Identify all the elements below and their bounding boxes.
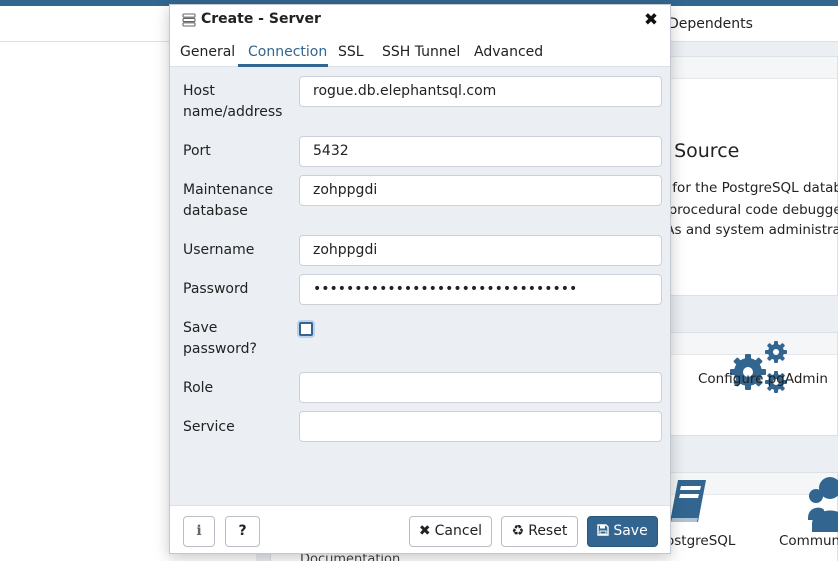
reset-label: Reset [528, 523, 568, 539]
book-icon[interactable] [668, 478, 708, 526]
configure-pgadmin-link[interactable]: Configure pgAdmin [698, 371, 828, 387]
port-input[interactable]: 5432 [299, 136, 662, 167]
welcome-text-line: BAs and system administra [656, 222, 838, 238]
cancel-label: Cancel [434, 523, 483, 539]
help-button[interactable]: ? [225, 516, 260, 547]
tab-general[interactable]: General [180, 44, 235, 60]
service-input[interactable] [299, 411, 662, 442]
gears-icon[interactable] [726, 340, 792, 396]
tab-connection[interactable]: Connection [248, 44, 327, 60]
role-label: Role [183, 380, 214, 396]
dialog-footer: i ? ✖ Cancel ♻ Reset Save [170, 505, 670, 553]
password-label: Password [183, 281, 249, 297]
save-password-checkbox[interactable] [299, 322, 313, 336]
dialog-header[interactable]: Create - Server ✖ [170, 5, 670, 35]
community-link[interactable]: Communi [779, 533, 838, 549]
info-icon: i [196, 523, 202, 539]
close-icon[interactable]: ✖ [642, 9, 660, 31]
times-icon: ✖ [418, 523, 431, 539]
host-input[interactable]: rogue.db.elephantsql.com [299, 76, 662, 107]
create-server-dialog: Create - Server ✖ General Connection SSL… [169, 4, 671, 554]
tab-ssh-tunnel[interactable]: SSH Tunnel [382, 44, 460, 60]
tab-ssl[interactable]: SSL [338, 44, 364, 60]
welcome-text-line: a procedural code debugge [656, 202, 838, 218]
maintenance-db-label-line1: Maintenance [183, 182, 274, 198]
reset-button[interactable]: ♻ Reset [501, 516, 578, 547]
tab-dependents[interactable]: Dependents [668, 16, 753, 32]
tab-advanced[interactable]: Advanced [474, 44, 543, 60]
username-label: Username [183, 242, 255, 258]
postgresql-docs-link[interactable]: ostgreSQL [666, 533, 735, 549]
maintenance-db-label-line2: database [183, 203, 248, 219]
save-button[interactable]: Save [587, 516, 658, 547]
recycle-icon: ♻ [511, 523, 525, 539]
dialog-title: Create - Server [201, 11, 321, 27]
cancel-button[interactable]: ✖ Cancel [409, 516, 492, 547]
save-password-label-line2: password? [183, 341, 257, 357]
connection-form: Host name/address rogue.db.elephantsql.c… [170, 67, 670, 505]
username-input[interactable]: zohppgdi [299, 235, 662, 266]
dialog-tabs: General Connection SSL SSH Tunnel Advanc… [170, 35, 670, 67]
info-button[interactable]: i [183, 516, 215, 547]
host-label-line2: name/address [183, 104, 283, 120]
save-password-label-line1: Save [183, 320, 218, 336]
port-label: Port [183, 143, 211, 159]
floppy-disk-icon [597, 517, 610, 546]
save-label: Save [613, 523, 648, 539]
welcome-text-line: ol for the PostgreSQL databa [656, 180, 838, 196]
users-icon[interactable] [808, 474, 838, 532]
maintenance-db-input[interactable]: zohppgdi [299, 175, 662, 206]
host-label-line1: Host [183, 83, 215, 99]
help-icon: ? [238, 523, 247, 539]
password-input[interactable]: •••••••••••••••••••••••••••••••• [299, 274, 662, 305]
role-input[interactable] [299, 372, 662, 403]
service-label: Service [183, 419, 235, 435]
server-icon [182, 13, 196, 27]
